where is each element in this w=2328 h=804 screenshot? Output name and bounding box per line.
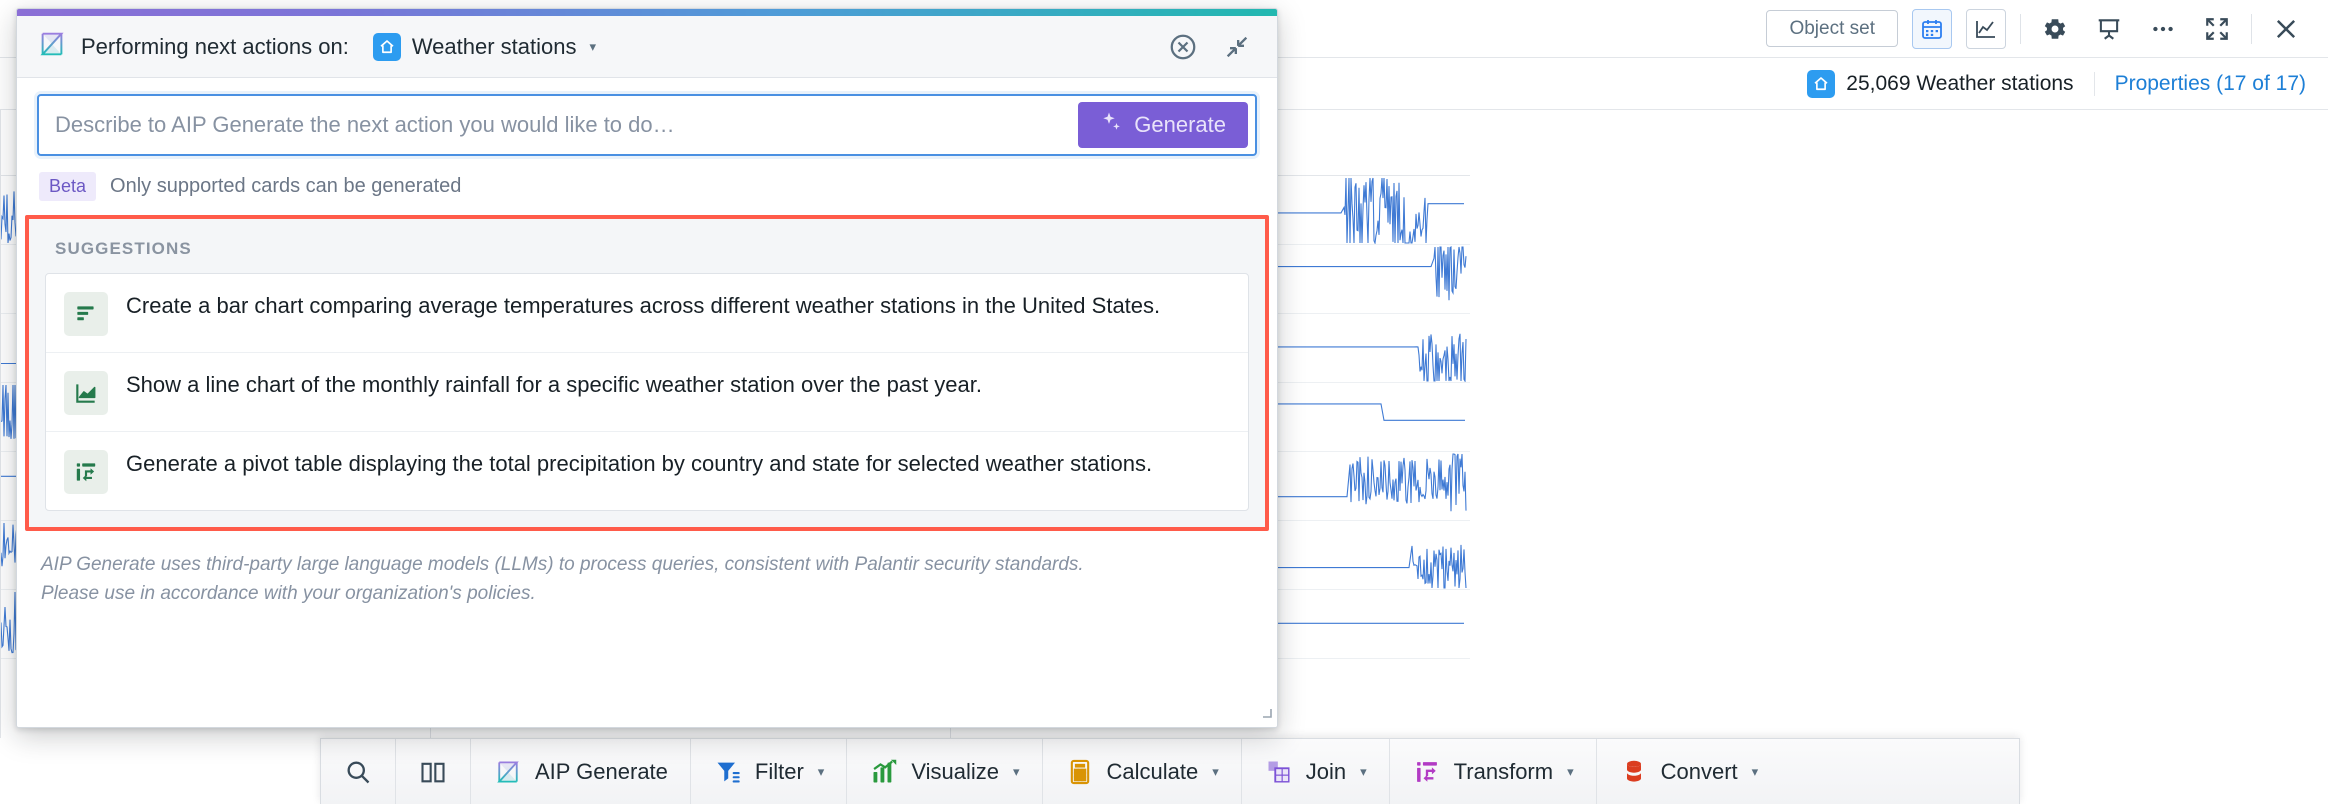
presentation-icon[interactable] [2089, 9, 2129, 49]
toolbar-button-calculate[interactable]: Calculate ▾ [1043, 739, 1242, 804]
toolbar-button-label: AIP Generate [535, 758, 668, 784]
toolbar-button-filter[interactable]: Filter ▾ [691, 739, 848, 804]
toolbar-button-join[interactable]: Join ▾ [1242, 739, 1390, 804]
toolbar-button-transform[interactable]: Transform ▾ [1390, 739, 1597, 804]
suggestions-highlight: SUGGESTIONS Create a bar chart comparing… [25, 215, 1269, 531]
toolbar-button-aip-generate[interactable]: AIP Generate [471, 739, 691, 804]
disclaimer-line-2: Please use in accordance with your organ… [41, 582, 536, 604]
suggestions-list[interactable]: Create a bar chart comparing average tem… [45, 273, 1249, 511]
list-item[interactable]: Generate a pivot table displaying the to… [46, 431, 1248, 510]
pivot-table-icon [64, 450, 108, 494]
suggestion-text: Generate a pivot table displaying the to… [126, 451, 1153, 476]
toolbar-button-search[interactable] [321, 739, 396, 804]
calculate-icon [1065, 757, 1095, 787]
toolbar-button-label: Filter [754, 758, 804, 784]
filter-icon [713, 757, 743, 787]
more-icon[interactable] [2143, 9, 2183, 49]
suggestion-text: Create a bar chart comparing average tem… [126, 293, 1161, 318]
toolbar-divider-2 [2251, 13, 2252, 44]
aip-disclaimer: AIP Generate uses third-party large lang… [17, 531, 1277, 628]
join-icon [1264, 757, 1294, 787]
status-badge: Beta [39, 172, 97, 201]
chevron-down-icon[interactable]: ▾ [1567, 764, 1574, 780]
bar-chart-icon [64, 292, 108, 336]
book-icon [418, 757, 448, 787]
search-icon [343, 757, 373, 787]
aip-icon [493, 757, 523, 787]
aip-accent-bar [17, 9, 1277, 16]
toolbar-divider [2020, 13, 2021, 44]
suggestions-section: SUGGESTIONS Create a bar chart comparing… [29, 219, 1265, 527]
bottom-action-toolbar[interactable]: AIP Generate Filter ▾ Visualize ▾ Calculate ▾ J… [320, 738, 2020, 804]
toolbar-button-convert[interactable]: Convert ▾ [1597, 739, 1781, 804]
suggestions-heading: SUGGESTIONS [55, 239, 192, 258]
disclaimer-line-1: AIP Generate uses third-party large lang… [41, 554, 1084, 575]
gear-icon[interactable] [2035, 9, 2075, 49]
chevron-down-icon[interactable]: ▾ [1752, 764, 1759, 780]
chevron-down-icon[interactable]: ▾ [590, 39, 597, 55]
object-set-button[interactable]: Object set [1766, 10, 1898, 47]
generate-button[interactable]: Generate [1078, 102, 1248, 148]
aip-panel-header: Performing next actions on: Weather stat… [17, 16, 1277, 78]
toolbar-button-visualize[interactable]: Visualize ▾ [847, 739, 1043, 804]
object-count: 25,069 Weather stations [1807, 69, 2093, 98]
prompt-row: Generate [17, 78, 1277, 156]
line-chart-icon[interactable] [1966, 8, 2006, 49]
toolbar-button-label: Visualize [911, 758, 999, 784]
chevron-down-icon[interactable]: ▾ [1360, 764, 1367, 780]
prompt-box[interactable]: Generate [37, 94, 1257, 156]
house-icon [372, 32, 401, 61]
beta-notice-text: Only supported cards can be generated [110, 175, 462, 197]
aip-header-title: Performing next actions on: [81, 33, 349, 59]
aip-icon [37, 29, 67, 64]
cancel-circle-icon[interactable] [1163, 27, 1203, 67]
suggestion-text: Show a line chart of the monthly rainfal… [126, 372, 983, 397]
beta-notice: Beta Only supported cards can be generat… [17, 156, 1277, 215]
object-type-selector[interactable]: Weather stations ▾ [372, 32, 597, 61]
toolbar-button-label: Join [1305, 758, 1347, 784]
object-type-label: Weather stations [411, 33, 577, 59]
sparkle-icon [1100, 110, 1124, 140]
house-icon [1807, 69, 1836, 98]
toolbar-button-book[interactable] [396, 739, 471, 804]
area-chart-icon [64, 371, 108, 415]
list-item[interactable]: Create a bar chart comparing average tem… [46, 274, 1248, 352]
chevron-down-icon[interactable]: ▾ [818, 764, 825, 780]
visualize-icon [869, 757, 899, 787]
transform-icon [1412, 757, 1442, 787]
fullscreen-icon[interactable] [2197, 9, 2237, 49]
aip-prompt-input[interactable] [39, 112, 1079, 138]
aip-panel-body: Generate Beta Only supported cards can b… [17, 78, 1277, 727]
toolbar-button-label: Transform [1453, 758, 1554, 784]
object-count-label: 25,069 Weather stations [1846, 71, 2074, 95]
collapse-icon[interactable] [1217, 27, 1257, 67]
list-item[interactable]: Show a line chart of the monthly rainfal… [46, 352, 1248, 431]
properties-link[interactable]: Properties (17 of 17) [2093, 71, 2306, 96]
generate-button-label: Generate [1134, 112, 1226, 137]
close-icon[interactable] [2266, 9, 2306, 49]
toolbar-button-label: Convert [1660, 758, 1738, 784]
toolbar-button-label: Calculate [1106, 758, 1199, 784]
chevron-down-icon[interactable]: ▾ [1013, 764, 1020, 780]
chevron-down-icon[interactable]: ▾ [1212, 764, 1219, 780]
convert-icon [1619, 757, 1649, 787]
resize-handle-icon[interactable] [1258, 704, 1272, 723]
aip-generate-panel: Performing next actions on: Weather stat… [16, 8, 1278, 728]
calendar-icon[interactable] [1912, 8, 1952, 49]
